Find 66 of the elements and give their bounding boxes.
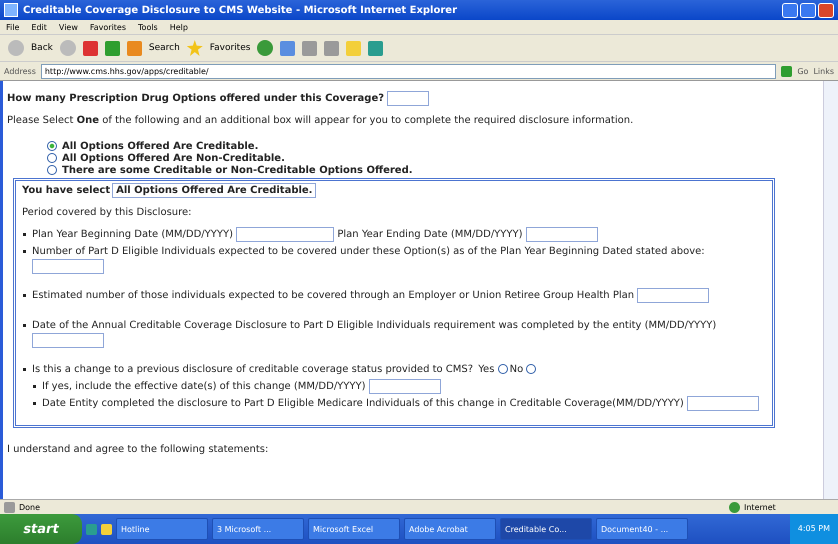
menu-item[interactable]: Help [170, 22, 188, 32]
bullet-icon [33, 402, 36, 406]
taskbar-button[interactable]: Document40 - ... [596, 518, 688, 540]
minimize-button[interactable] [782, 2, 798, 18]
taskbar-button[interactable]: Hotline [116, 518, 208, 540]
maximize-button[interactable] [800, 2, 816, 18]
instruction-text: Please Select One of the following and an additional box will appear for you to complete the required disclosure information. [7, 115, 634, 126]
option-label: There are some Creditable or Non-Creditable Options Offered. [62, 164, 413, 176]
options-count-field[interactable] [387, 91, 430, 106]
end-date-label: Plan Year Ending Date (MM/DD/YYYY) [337, 229, 523, 240]
start-button[interactable]: start [0, 514, 82, 544]
bullet-icon [23, 250, 26, 254]
entity-date-label: Date Entity completed the disclosure to Part D Eligible Medicare Individuals of this change in Creditable Coverage(MM/DD/YYYY) [42, 398, 684, 410]
answer-label: Yes [478, 364, 494, 375]
bullet-icon [33, 384, 36, 388]
menu-item[interactable]: Favorites [90, 22, 126, 32]
period-label: Period covered by this Disclosure: [22, 207, 193, 218]
option-label: All Options Offered Are Creditable. [62, 140, 258, 152]
taskbar-button[interactable]: Microsoft Excel [308, 518, 400, 540]
option-label: All Options Offered Are Non-Creditable. [62, 152, 285, 164]
bullet-icon [23, 294, 26, 298]
menu-item[interactable]: View [58, 22, 78, 32]
taskbar-button[interactable]: Creditable Co... [500, 518, 592, 540]
menu-item[interactable]: File [6, 22, 20, 32]
radio-button[interactable] [526, 364, 536, 374]
radio-button[interactable] [47, 165, 57, 175]
links-button[interactable]: Links [813, 66, 834, 76]
individuals-field[interactable] [32, 259, 104, 274]
window-title: Creditable Coverage Disclosure to CMS Website - Microsoft Internet Explorer [23, 4, 458, 16]
selection-field[interactable]: All Options Offered Are Creditable. [112, 183, 316, 198]
question-text: How many Prescription Drug Options offered under this Coverage? [7, 93, 384, 104]
address-field[interactable]: http://www.cms.hhs.gov/apps/creditable/ [40, 64, 776, 78]
change-question: Is this a change to a previous disclosure of creditable coverage status provided to CMS? [32, 364, 474, 375]
favorites-button[interactable]: Favorites [210, 43, 250, 53]
menu-item[interactable]: Tools [138, 22, 158, 32]
entity-date-field[interactable] [687, 396, 760, 412]
effective-date-field[interactable] [368, 378, 441, 394]
menu-item[interactable]: Edit [31, 22, 47, 32]
end-date-field[interactable] [526, 227, 598, 242]
zone-text: Internet [744, 502, 777, 512]
taskbar-button[interactable]: Adobe Acrobat [404, 518, 496, 540]
answer-label: No [510, 364, 524, 375]
begin-date-label: Plan Year Beginning Date (MM/DD/YYYY) [32, 229, 233, 240]
radio-button[interactable] [498, 364, 508, 374]
clock: 4:05 PM [790, 514, 838, 544]
address-label: Address [4, 66, 36, 76]
agreement-text: I understand and agree to the following statements: [7, 444, 270, 456]
go-button[interactable]: Go [797, 66, 808, 76]
bullet-icon [23, 233, 26, 236]
radio-button[interactable] [47, 141, 57, 151]
annual-date-field[interactable] [32, 332, 104, 348]
begin-date-field[interactable] [236, 227, 334, 242]
individuals-label: Number of Part D Eligible Individuals expected to be covered under these Option(s) as of the Plan Year Beginning Dated stated above: [32, 246, 705, 258]
estimated-label: Estimated number of those individuals expected to be covered through an Employer or Union Retiree Group Health Plan [32, 290, 634, 302]
back-button[interactable]: Back [31, 43, 53, 53]
taskbar-button[interactable]: 3 Microsoft ... [212, 518, 304, 540]
status-text: Done [19, 502, 42, 512]
radio-button[interactable] [47, 153, 57, 163]
close-button[interactable] [818, 2, 834, 18]
search-button[interactable]: Search [148, 43, 180, 53]
annual-date-label: Date of the Annual Creditable Coverage Disclosure to Part D Eligible Individuals requirement was completed by the entity (MM/DD/YYYY) [32, 320, 716, 331]
estimated-field[interactable] [637, 288, 710, 304]
bullet-icon [23, 324, 26, 327]
bullet-icon [23, 368, 26, 371]
selection-label: You have select [22, 185, 110, 196]
effective-date-label: If yes, include the effective date(s) of this change (MM/DD/YYYY) [42, 381, 366, 392]
